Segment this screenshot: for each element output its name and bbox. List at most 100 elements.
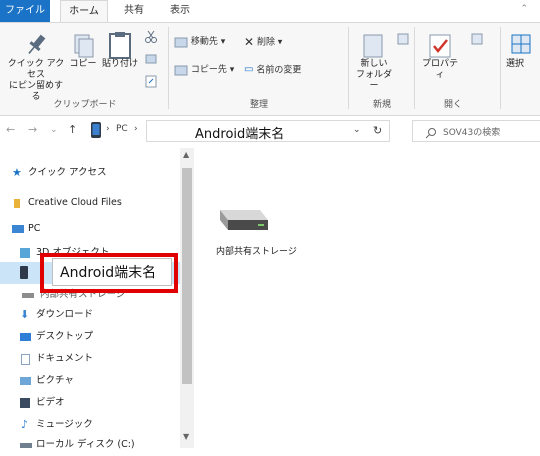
- ribbon: クイック アクセス にピン留めする コピー 貼り付け クリップボード 移動先 ▾…: [0, 22, 540, 116]
- search-box[interactable]: SOV43の検索: [412, 120, 540, 142]
- nav-item-downloads[interactable]: ⬇ ダウンロード: [0, 304, 186, 326]
- select-button[interactable]: 選択: [506, 31, 540, 70]
- up-arrow-icon[interactable]: ↑: [68, 123, 77, 136]
- address-bar[interactable]: Android端末名 ⌄ ↻: [146, 120, 390, 142]
- cut-icon[interactable]: [144, 29, 158, 48]
- pin-quick-access-button[interactable]: クイック アクセス にピン留めする: [6, 31, 66, 103]
- scroll-down-icon[interactable]: ▼: [183, 432, 189, 441]
- music-icon: ♪: [21, 418, 29, 431]
- search-icon: [425, 124, 437, 143]
- nav-item-creative-cloud[interactable]: Creative Cloud Files: [0, 192, 186, 214]
- device-icon: [20, 266, 28, 279]
- document-icon: [21, 354, 30, 365]
- rename-icon: ▭: [244, 64, 254, 75]
- ribbon-divider: [348, 27, 349, 109]
- nav-item-pc[interactable]: PC: [0, 218, 186, 240]
- nav-scrollbar-thumb[interactable]: [182, 168, 192, 384]
- nav-label: ミュージック: [36, 419, 93, 430]
- copy-icon: [74, 34, 94, 58]
- paste-button[interactable]: 貼り付け: [100, 31, 140, 70]
- nav-label: ピクチャ: [36, 375, 74, 386]
- search-placeholder: SOV43の検索: [443, 128, 501, 138]
- new-folder-label: 新しい フォルダー: [355, 59, 392, 91]
- select-label: 選択: [506, 59, 525, 69]
- cube-icon: [20, 248, 30, 258]
- breadcrumb-pc[interactable]: PC: [116, 124, 128, 134]
- breadcrumb-separator: ›: [134, 124, 138, 134]
- delete-button[interactable]: ✕ 削除 ▾: [244, 35, 282, 49]
- recent-chevron-icon[interactable]: ⌄: [50, 125, 58, 135]
- ribbon-tab-bar: ファイル ホーム 共有 表示 ⌃: [0, 0, 540, 24]
- open-icon[interactable]: [470, 31, 484, 50]
- copy-to-label: コピー先 ▾: [190, 65, 235, 75]
- ribbon-divider: [168, 27, 169, 109]
- internal-storage-drive[interactable]: [216, 196, 270, 240]
- star-icon: ★: [12, 166, 22, 179]
- properties-label: プロパティ: [421, 59, 458, 80]
- organize-group-label: 整理: [249, 100, 268, 110]
- refresh-icon[interactable]: ↻: [373, 124, 382, 137]
- paste-shortcut-icon[interactable]: [144, 73, 158, 92]
- paste-label: 貼り付け: [101, 59, 138, 69]
- nav-label: PC: [28, 223, 41, 234]
- nav-label: Creative Cloud Files: [28, 197, 122, 208]
- drive-icon: [220, 210, 268, 230]
- new-item-icon[interactable]: [396, 31, 410, 50]
- ribbon-divider: [414, 27, 415, 109]
- nav-item-local-disk[interactable]: ローカル ディスク (C:): [0, 434, 186, 456]
- tab-home[interactable]: ホーム: [60, 0, 108, 24]
- folder-icon: [14, 199, 20, 208]
- tab-file[interactable]: ファイル: [0, 0, 50, 22]
- select-all-icon: [511, 34, 531, 54]
- move-to-button[interactable]: 移動先 ▾: [174, 35, 225, 49]
- clipboard-group-label: クリップボード: [53, 100, 117, 110]
- nav-item-videos[interactable]: ビデオ: [0, 392, 186, 414]
- properties-button[interactable]: プロパティ: [418, 31, 462, 81]
- drive-icon: [22, 293, 34, 298]
- copy-path-icon[interactable]: [144, 51, 158, 70]
- properties-icon: [429, 34, 451, 58]
- breadcrumb-current[interactable]: Android端末名: [195, 123, 284, 142]
- delete-label: 削除 ▾: [256, 37, 283, 48]
- tab-share[interactable]: 共有: [116, 0, 152, 22]
- download-icon: ⬇: [20, 308, 30, 321]
- nav-label: ローカル ディスク (C:): [36, 439, 135, 450]
- nav-item-quick-access[interactable]: ★ クイック アクセス: [0, 162, 186, 184]
- ribbon-divider: [500, 27, 501, 109]
- rename-button[interactable]: ▭ 名前の変更: [244, 63, 301, 77]
- breadcrumb-separator: ›: [106, 124, 110, 134]
- forward-arrow-icon[interactable]: →: [28, 123, 37, 136]
- nav-item-documents[interactable]: ドキュメント: [0, 348, 186, 370]
- copy-label: コピー: [69, 59, 97, 69]
- nav-label: デスクトップ: [36, 331, 94, 342]
- back-arrow-icon[interactable]: ←: [6, 123, 15, 136]
- rename-label: 名前の変更: [256, 65, 302, 76]
- address-dropdown-icon[interactable]: ⌄: [353, 125, 361, 135]
- navigation-pane: ★ クイック アクセス Creative Cloud Files PC 3D オ…: [0, 146, 196, 452]
- pin-icon: [28, 34, 46, 54]
- picture-icon: [20, 377, 31, 385]
- drive-label[interactable]: 内部共有ストレージ: [216, 244, 297, 257]
- move-to-label: 移動先 ▾: [190, 37, 226, 47]
- ribbon-collapse-icon[interactable]: ⌃: [520, 4, 528, 14]
- navigation-bar: ← → ⌄ ↑ › PC › Android端末名 ⌄ ↻ SOV43の検索: [0, 118, 540, 144]
- nav-item-desktop[interactable]: デスクトップ: [0, 326, 186, 348]
- nav-item-music[interactable]: ♪ ミュージック: [0, 414, 186, 436]
- move-to-icon: [174, 37, 188, 47]
- device-icon: [90, 121, 102, 143]
- nav-item-pictures[interactable]: ピクチャ: [0, 370, 186, 392]
- new-folder-button[interactable]: 新しい フォルダー: [352, 29, 396, 92]
- copy-button[interactable]: コピー: [66, 31, 100, 70]
- highlight-rectangle: [40, 253, 178, 293]
- nav-label: ドキュメント: [36, 353, 94, 364]
- pc-icon: [12, 225, 24, 233]
- paste-icon: [109, 32, 131, 59]
- nav-label: ダウンロード: [36, 309, 94, 320]
- scroll-up-icon[interactable]: ▲: [183, 150, 189, 159]
- nav-label: ビデオ: [36, 397, 65, 408]
- tab-view[interactable]: 表示: [162, 0, 198, 22]
- drive-icon: [20, 443, 32, 448]
- desktop-icon: [20, 333, 31, 341]
- copy-to-icon: [174, 65, 188, 75]
- copy-to-button[interactable]: コピー先 ▾: [174, 63, 234, 77]
